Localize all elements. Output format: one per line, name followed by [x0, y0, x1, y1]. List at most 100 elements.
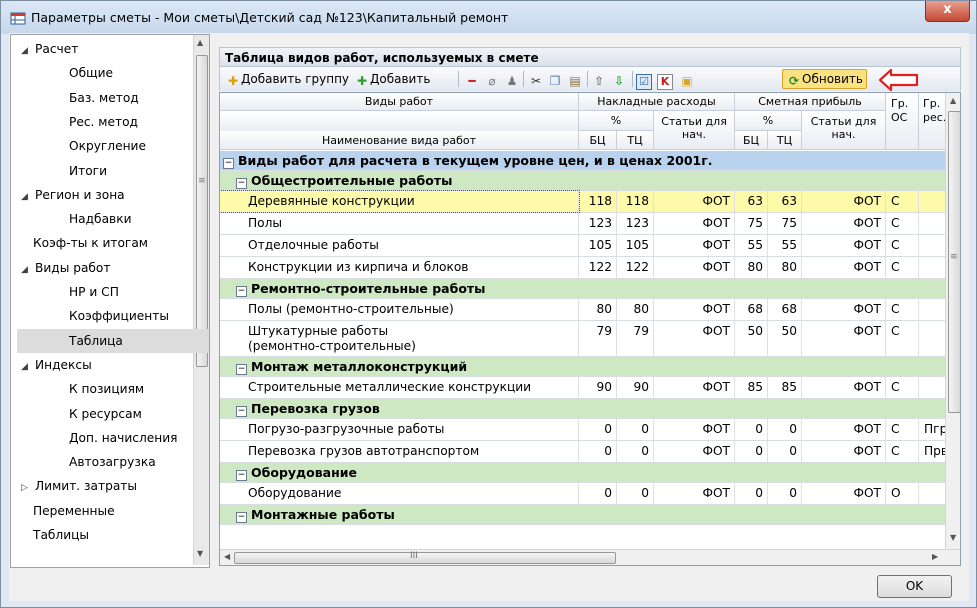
move-up-button[interactable]: ⇧: [591, 69, 607, 89]
cell-nr-tc[interactable]: 105: [617, 235, 654, 256]
cell-sp-bc[interactable]: 0: [735, 483, 768, 504]
cell-sp-items[interactable]: ФОТ: [802, 419, 886, 440]
group-row[interactable]: − Виды работ для расчета в текущем уровне…: [220, 151, 946, 171]
header-nr-percent[interactable]: %: [579, 111, 654, 131]
cell-sp-items[interactable]: ФОТ: [802, 257, 886, 278]
group-row[interactable]: − Монтажные работы: [220, 505, 946, 525]
scroll-down-icon[interactable]: ▼: [197, 549, 203, 558]
tree-item[interactable]: К позициям: [69, 377, 144, 401]
tree-item[interactable]: Доп. начисления: [69, 426, 177, 450]
cell-nr-tc[interactable]: 0: [617, 441, 654, 462]
cell-sp-tc[interactable]: 50: [768, 321, 802, 356]
cell-name[interactable]: Строительные металлические конструкции: [220, 377, 579, 398]
tree-item[interactable]: Коэф-ты к итогам: [33, 231, 148, 255]
cell-nr-bc[interactable]: 122: [579, 257, 617, 278]
header-sp-percent[interactable]: %: [735, 111, 802, 131]
expanded-arrow-icon[interactable]: ◢: [21, 258, 35, 282]
collapse-icon[interactable]: −: [236, 364, 247, 375]
cell-sp-items[interactable]: ФОТ: [802, 321, 886, 356]
cell-nr-items[interactable]: ФОТ: [654, 191, 735, 212]
table-row[interactable]: Отделочные работы 105 105 ФОТ 55 55 ФОТ С: [220, 235, 946, 257]
cell-sp-items[interactable]: ФОТ: [802, 213, 886, 234]
cell-nr-bc[interactable]: 123: [579, 213, 617, 234]
header-gr-os[interactable]: Гр. ОС: [886, 93, 919, 150]
paste-button[interactable]: ▤: [567, 69, 583, 89]
cell-sp-tc[interactable]: 63: [768, 191, 802, 212]
collapse-icon[interactable]: −: [236, 512, 247, 523]
cell-gr-res[interactable]: [919, 377, 946, 398]
tree-item[interactable]: Общие: [69, 61, 113, 85]
group-row[interactable]: − Монтаж металлоконструкций: [220, 357, 946, 377]
cell-nr-bc[interactable]: 0: [579, 419, 617, 440]
tree-item[interactable]: ◢ Виды работ: [21, 256, 110, 280]
cell-sp-bc[interactable]: 85: [735, 377, 768, 398]
collapse-icon[interactable]: −: [236, 178, 247, 189]
tree-item[interactable]: Баз. метод: [69, 86, 139, 110]
settings-tree[interactable]: ▲ ≡ ▼ ◢ Расчет Общие Баз. метод Рес. метод Ок…: [10, 34, 210, 568]
cell-sp-bc[interactable]: 0: [735, 419, 768, 440]
tree-item[interactable]: Автозагрузка: [69, 450, 156, 474]
tree-item[interactable]: Надбавки: [69, 207, 132, 231]
grid-horizontal-scrollbar[interactable]: ◀ III ▶: [220, 549, 960, 565]
cell-sp-bc[interactable]: 80: [735, 257, 768, 278]
cell-nr-items[interactable]: ФОТ: [654, 213, 735, 234]
cell-nr-items[interactable]: ФОТ: [654, 419, 735, 440]
users-button[interactable]: ♟: [504, 69, 520, 89]
checkbox-toggle-button[interactable]: ☑: [636, 69, 652, 90]
ok-button[interactable]: OK: [877, 575, 952, 598]
cut-button[interactable]: ✂: [528, 69, 544, 89]
cell-nr-tc[interactable]: 90: [617, 377, 654, 398]
cell-name[interactable]: Оборудование: [220, 483, 579, 504]
table-row[interactable]: Строительные металлические конструкции 90…: [220, 377, 946, 399]
move-down-button[interactable]: ⇩: [611, 69, 627, 89]
table-row[interactable]: Полы 123 123 ФОТ 75 75 ФОТ С: [220, 213, 946, 235]
cell-sp-bc[interactable]: 0: [735, 441, 768, 462]
cell-gr-res[interactable]: [919, 257, 946, 278]
cell-sp-bc[interactable]: 63: [735, 191, 768, 212]
table-row[interactable]: Конструкции из кирпича и блоков 122 122 ФОТ…: [220, 257, 946, 279]
cell-sp-tc[interactable]: 85: [768, 377, 802, 398]
header-sp-items[interactable]: Статьи для нач.: [802, 111, 886, 150]
tree-item[interactable]: Таблицы: [33, 523, 89, 547]
cell-name[interactable]: Отделочные работы: [220, 235, 579, 256]
cell-nr-tc[interactable]: 123: [617, 213, 654, 234]
cell-sp-items[interactable]: ФОТ: [802, 299, 886, 320]
cell-name[interactable]: Погрузо-разгрузочные работы: [220, 419, 579, 440]
add-button[interactable]: ✚ Добавить: [354, 69, 430, 89]
cell-nr-items[interactable]: ФОТ: [654, 377, 735, 398]
cell-sp-tc[interactable]: 0: [768, 441, 802, 462]
cell-name[interactable]: Полы (ремонтно-строительные): [220, 299, 579, 320]
expanded-arrow-icon[interactable]: ◢: [21, 355, 35, 379]
cell-gr-res[interactable]: [919, 321, 946, 356]
cell-gr-res[interactable]: [919, 235, 946, 256]
header-gr-res[interactable]: Гр. рес.: [919, 93, 946, 150]
eraser-button[interactable]: ⌀: [484, 69, 500, 89]
cell-sp-items[interactable]: ФОТ: [802, 191, 886, 212]
cell-nr-items[interactable]: ФОТ: [654, 257, 735, 278]
cell-gr-res[interactable]: [919, 483, 946, 504]
cell-name[interactable]: Конструкции из кирпича и блоков: [220, 257, 579, 278]
cell-nr-bc[interactable]: 80: [579, 299, 617, 320]
cell-nr-items[interactable]: ФОТ: [654, 441, 735, 462]
cell-gr-res[interactable]: [919, 191, 946, 212]
cell-sp-items[interactable]: ФОТ: [802, 441, 886, 462]
cell-gr-res[interactable]: Прв: [919, 441, 946, 462]
cell-gr-os[interactable]: С: [886, 377, 919, 398]
header-sp-bc[interactable]: БЦ: [735, 131, 768, 150]
collapse-icon[interactable]: −: [236, 470, 247, 481]
cell-nr-bc[interactable]: 0: [579, 483, 617, 504]
cell-nr-bc[interactable]: 0: [579, 441, 617, 462]
cell-nr-bc[interactable]: 118: [579, 191, 617, 212]
tree-item[interactable]: Переменные: [33, 499, 115, 523]
cell-sp-tc[interactable]: 80: [768, 257, 802, 278]
header-nr-items[interactable]: Статьи для нач.: [654, 111, 735, 150]
cell-nr-items[interactable]: ФОТ: [654, 321, 735, 356]
cell-sp-tc[interactable]: 75: [768, 213, 802, 234]
grid-vscroll-thumb[interactable]: ≡: [948, 111, 960, 413]
delete-button[interactable]: ━: [464, 69, 480, 89]
header-sp-tc[interactable]: ТЦ: [768, 131, 802, 150]
expanded-arrow-icon[interactable]: ◢: [21, 185, 35, 209]
cell-name[interactable]: Штукатурные работы (ремонтно-строительные…: [220, 321, 579, 356]
table-row[interactable]: Полы (ремонтно-строительные) 80 80 ФОТ 68 68 Ф…: [220, 299, 946, 321]
cell-sp-bc[interactable]: 50: [735, 321, 768, 356]
